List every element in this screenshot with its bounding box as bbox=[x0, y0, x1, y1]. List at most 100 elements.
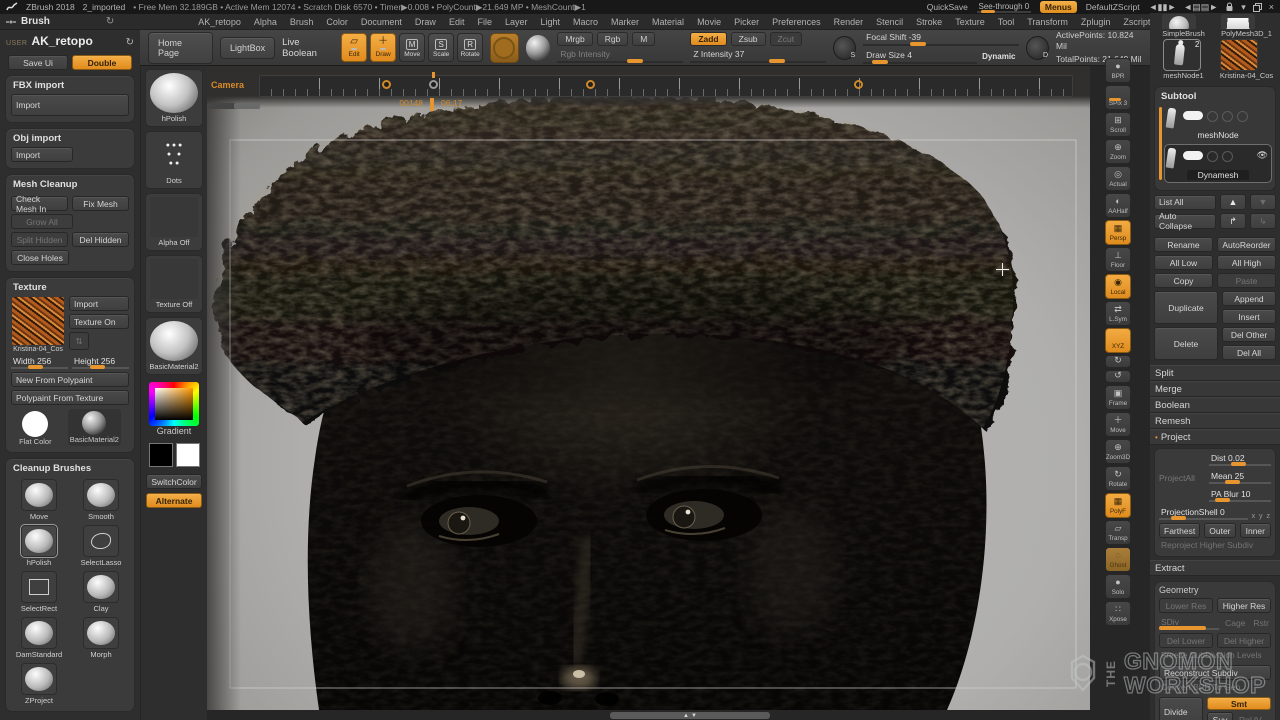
strip-button[interactable]: ∷ Xpose bbox=[1105, 601, 1131, 626]
brush-button[interactable]: DamStandard bbox=[16, 617, 62, 659]
quicksave-button[interactable]: QuickSave bbox=[927, 2, 968, 12]
menu-item[interactable]: Zplugin bbox=[1081, 17, 1111, 27]
split-hidden-button[interactable]: Split Hidden bbox=[11, 232, 68, 247]
inner-button[interactable]: Inner bbox=[1240, 523, 1271, 538]
suv-button[interactable]: Suv bbox=[1207, 712, 1233, 720]
menu-item[interactable]: Edit bbox=[449, 17, 465, 27]
rgb-button[interactable]: Rgb bbox=[597, 32, 629, 46]
axis-icons[interactable]: x y z bbox=[1252, 513, 1271, 520]
strip-button[interactable]: ⊕ Zoom3D bbox=[1105, 439, 1131, 464]
stroke-type-button[interactable]: Dots bbox=[145, 131, 203, 189]
slider-thumb[interactable] bbox=[90, 365, 105, 369]
menu-item[interactable]: Stroke bbox=[916, 17, 942, 27]
strip-button[interactable]: ◎ Actual bbox=[1105, 166, 1131, 191]
polypaint-from-texture-button[interactable]: Polypaint From Texture bbox=[11, 390, 129, 405]
playhead-marker[interactable] bbox=[430, 98, 434, 111]
brush-button[interactable]: hPolish bbox=[21, 525, 57, 567]
camera-track-label[interactable]: Camera bbox=[211, 80, 244, 90]
strip-button[interactable]: ● BPR bbox=[1105, 58, 1131, 83]
strip-button[interactable]: ● Solo bbox=[1105, 574, 1131, 599]
double-button[interactable]: Double bbox=[72, 55, 132, 70]
slider-thumb[interactable] bbox=[981, 10, 995, 13]
timeline-keyframe-hollow[interactable] bbox=[382, 80, 391, 89]
close-icon[interactable]: × bbox=[1269, 2, 1274, 12]
duplicate-button[interactable]: Duplicate bbox=[1154, 291, 1218, 324]
secondary-color-swatch[interactable] bbox=[176, 443, 200, 467]
flat-color-swatch[interactable] bbox=[22, 411, 48, 437]
sdiv-slider[interactable]: SDiv bbox=[1159, 617, 1219, 630]
menu-item[interactable]: Macro bbox=[573, 17, 598, 27]
gradient-picker[interactable] bbox=[149, 382, 199, 426]
zadd-button[interactable]: Zadd bbox=[690, 32, 726, 46]
menu-item[interactable]: Preferences bbox=[772, 17, 821, 27]
kristina-tool-button[interactable]: Kristina-04_Cos bbox=[1220, 39, 1273, 80]
slider-thumb[interactable] bbox=[627, 59, 643, 63]
mode-button[interactable]: S Scale bbox=[428, 33, 454, 62]
insert-button[interactable]: Insert bbox=[1222, 309, 1276, 324]
lock-icon[interactable] bbox=[1225, 2, 1234, 12]
texture-button[interactable]: Texture Off bbox=[145, 255, 203, 313]
brush-button[interactable]: Clay bbox=[83, 571, 119, 613]
del-lower-button[interactable]: Del Lower bbox=[1159, 633, 1213, 648]
menu-item[interactable]: Alpha bbox=[254, 17, 277, 27]
timeline-ruler[interactable] bbox=[259, 75, 1073, 97]
rstr-button[interactable]: Rstr bbox=[1251, 616, 1271, 630]
strip-button[interactable]: ◌ Ghost bbox=[1105, 547, 1131, 572]
del-higher-button[interactable]: Del Higher bbox=[1217, 633, 1271, 648]
dynamic-mode-button[interactable]: Dynamic bbox=[982, 52, 1015, 61]
strip-button[interactable]: ◉ Local bbox=[1105, 274, 1131, 299]
menu-item[interactable]: Document bbox=[361, 17, 402, 27]
reconstruct-subdiv-button[interactable]: Reconstruct Subdiv bbox=[1159, 665, 1271, 680]
zsub-button[interactable]: Zsub bbox=[731, 32, 766, 46]
alternate-button[interactable]: Alternate bbox=[146, 493, 202, 508]
subtool-row[interactable]: meshNode bbox=[1165, 105, 1271, 142]
brush-button[interactable]: Move bbox=[21, 479, 57, 521]
live-boolean-button[interactable]: Live Boolean bbox=[282, 37, 334, 59]
menu-item[interactable]: Light bbox=[540, 17, 560, 27]
strip-button[interactable]: ◐ AAHalf bbox=[1105, 193, 1131, 218]
append-button[interactable]: Append bbox=[1222, 291, 1276, 306]
brush-button[interactable]: Morph bbox=[83, 617, 119, 659]
all-low-button[interactable]: All Low bbox=[1154, 255, 1213, 270]
move-down-button[interactable]: ▼ bbox=[1250, 194, 1276, 210]
menus-toggle-button[interactable]: Menus bbox=[1040, 1, 1077, 13]
merge-section[interactable]: Merge bbox=[1150, 381, 1280, 397]
texture-on-button[interactable]: Texture On bbox=[69, 314, 129, 329]
outer-button[interactable]: Outer bbox=[1204, 523, 1235, 538]
fix-mesh-button[interactable]: Fix Mesh bbox=[72, 196, 129, 211]
eye-icon[interactable]: 👁 bbox=[1257, 150, 1268, 161]
alpha-button[interactable]: Alpha Off bbox=[145, 193, 203, 251]
material-thumbnail[interactable] bbox=[82, 411, 106, 435]
strip-button[interactable]: ⇄ L.Sym bbox=[1105, 301, 1131, 326]
slider-thumb[interactable] bbox=[1159, 626, 1206, 630]
strip-button[interactable]: ↻ bbox=[1105, 355, 1131, 368]
timeline-keyframe-current[interactable] bbox=[429, 80, 438, 89]
slider-thumb[interactable] bbox=[1231, 462, 1246, 466]
texture-import-button[interactable]: Import bbox=[69, 296, 129, 311]
strip-button[interactable]: ＋ Move bbox=[1105, 412, 1131, 437]
menu-item[interactable]: Texture bbox=[955, 17, 985, 27]
split-section[interactable]: Split bbox=[1150, 365, 1280, 381]
meshnode-tool-button[interactable]: 2 meshNode1 bbox=[1163, 39, 1203, 80]
visibility-toggle[interactable] bbox=[1183, 151, 1203, 160]
menu-item[interactable]: Picker bbox=[734, 17, 759, 27]
freeze-subdivision-button[interactable]: Freeze SubDivision Levels bbox=[1159, 648, 1271, 662]
mode-button[interactable]: ＋ Draw bbox=[370, 33, 396, 62]
depth-dial-icon[interactable]: D bbox=[1026, 36, 1049, 60]
strip-button[interactable]: ⊕ Zoom bbox=[1105, 139, 1131, 164]
stroke-dial-icon[interactable]: S bbox=[833, 36, 856, 60]
farthest-button[interactable]: Farthest bbox=[1159, 523, 1200, 538]
mrgb-button[interactable]: Mrgb bbox=[557, 32, 592, 46]
current-brush-button[interactable]: hPolish bbox=[145, 69, 203, 127]
mode-button[interactable]: R Rotate bbox=[457, 33, 483, 62]
strip-button[interactable]: ⊞ Scroll bbox=[1105, 112, 1131, 137]
del-all-button[interactable]: Del All bbox=[1222, 345, 1276, 360]
material-preview-button[interactable] bbox=[526, 35, 551, 61]
brush-button[interactable]: SelectLasso bbox=[81, 525, 122, 567]
z-intensity-slider[interactable]: Z Intensity 37 bbox=[690, 49, 826, 63]
mode-button[interactable]: M Move bbox=[399, 33, 425, 62]
canvas-bottom-scrollbar[interactable]: ▲▼ bbox=[610, 712, 770, 719]
refresh-icon[interactable]: ↻ bbox=[106, 16, 114, 27]
mode-button[interactable]: ▱ Edit bbox=[341, 33, 367, 62]
draw-size-slider[interactable]: Draw Size 4 bbox=[863, 50, 977, 64]
